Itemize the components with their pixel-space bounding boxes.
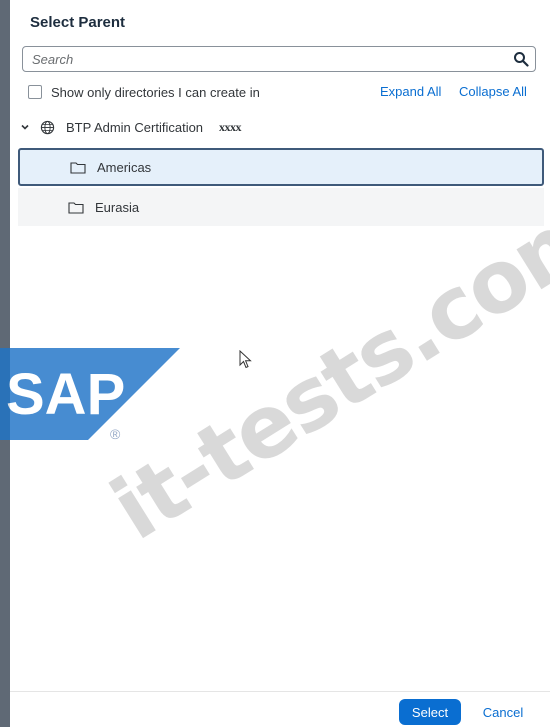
filter-label: Show only directories I can create in	[51, 84, 260, 100]
tree-item-americas[interactable]: Americas	[18, 148, 544, 186]
search-placeholder: Search	[32, 52, 74, 67]
select-button[interactable]: Select	[399, 699, 461, 725]
tree-item-label: Americas	[97, 159, 152, 175]
filter-row: Show only directories I can create in	[28, 83, 260, 101]
chevron-down-icon[interactable]	[18, 120, 32, 134]
tree-root-suffix: xxxx	[219, 119, 242, 134]
footer-divider	[10, 691, 550, 692]
svg-text:SAP: SAP	[6, 362, 125, 427]
show-only-creatable-checkbox[interactable]	[28, 85, 42, 99]
search-input[interactable]: Search	[22, 46, 536, 72]
sap-watermark-logo: SAP	[0, 348, 180, 440]
registered-mark: ®	[110, 426, 121, 442]
tree-item-eurasia[interactable]: Eurasia	[18, 188, 544, 226]
collapse-all-link[interactable]: Collapse All	[459, 84, 527, 99]
search-icon[interactable]	[513, 51, 529, 67]
globe-icon	[40, 120, 55, 134]
tree-item-label: Eurasia	[95, 199, 140, 215]
folder-icon	[68, 201, 84, 214]
tree-root-node[interactable]: BTP Admin Certification xxxx	[18, 117, 242, 137]
dialog-title: Select Parent	[30, 14, 126, 31]
expand-all-link[interactable]: Expand All	[380, 84, 441, 99]
folder-icon	[70, 161, 86, 174]
cancel-button[interactable]: Cancel	[476, 699, 530, 725]
mouse-pointer-icon	[239, 350, 252, 369]
tree-root-label: BTP Admin Certification	[66, 119, 204, 135]
